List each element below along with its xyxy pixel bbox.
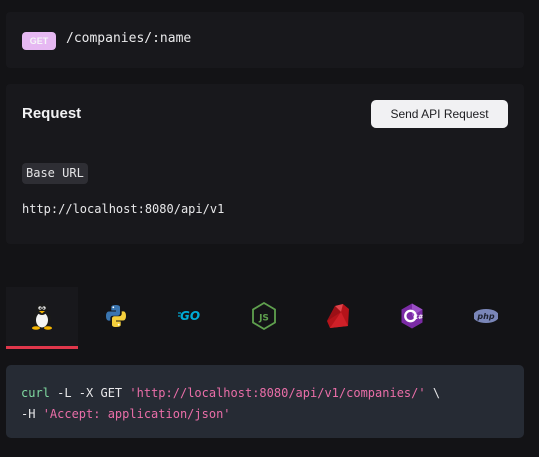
- endpoint-path: /companies/:name: [66, 31, 192, 46]
- csharp-icon-label: C#: [413, 313, 423, 321]
- method-badge: GET: [22, 32, 56, 50]
- tab-python[interactable]: [80, 287, 152, 349]
- code-line-continuation: \: [425, 386, 441, 400]
- language-tabs: GO JS C# php: [6, 287, 524, 349]
- base-url-value: http://localhost:8080/api/v1: [22, 202, 225, 216]
- tab-php[interactable]: php: [450, 287, 522, 349]
- tab-go[interactable]: GO: [154, 287, 226, 349]
- tab-ruby[interactable]: [302, 287, 374, 349]
- base-url-label: Base URL: [22, 163, 88, 184]
- csharp-icon: C#: [401, 303, 423, 329]
- code-header-flag: -H: [21, 407, 43, 421]
- request-title: Request: [22, 105, 82, 122]
- code-command: curl: [21, 386, 50, 400]
- request-panel: Request Send API Request Base URL http:/…: [6, 84, 524, 244]
- endpoint-bar: GET /companies/:name: [6, 12, 524, 68]
- code-flags: -L -X GET: [49, 386, 130, 400]
- python-icon: [106, 305, 126, 327]
- tab-nodejs[interactable]: JS: [228, 287, 300, 349]
- code-snippet[interactable]: curl -L -X GET 'http://localhost:8080/ap…: [6, 365, 524, 438]
- tab-curl-linux[interactable]: [6, 287, 78, 349]
- go-icon: GO: [178, 309, 200, 323]
- nodejs-icon: JS: [252, 302, 276, 330]
- ruby-icon: [327, 304, 349, 328]
- code-header-value: 'Accept: application/json': [42, 407, 231, 421]
- php-icon-label: php: [476, 312, 494, 321]
- send-api-request-button[interactable]: Send API Request: [371, 100, 508, 128]
- php-icon: php: [474, 309, 498, 323]
- linux-tux-icon: [32, 303, 52, 330]
- tab-csharp[interactable]: C#: [376, 287, 448, 349]
- go-icon-label: GO: [180, 309, 200, 323]
- nodejs-icon-label: JS: [258, 314, 269, 324]
- code-url: 'http://localhost:8080/api/v1/companies/…: [129, 386, 426, 400]
